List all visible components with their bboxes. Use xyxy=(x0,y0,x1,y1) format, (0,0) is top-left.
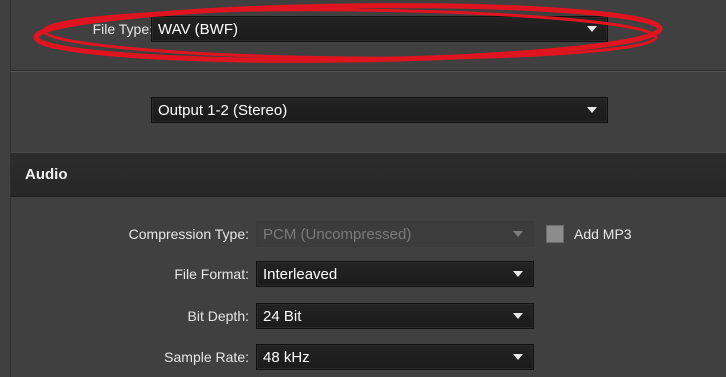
file-type-dropdown[interactable]: WAV (BWF) xyxy=(151,16,608,42)
output-dropdown[interactable]: Output 1-2 (Stereo) xyxy=(151,97,608,123)
file-type-panel: File Type: WAV (BWF) xyxy=(10,0,726,71)
chevron-down-icon xyxy=(513,354,523,360)
audio-panel: Audio Compression Type: PCM (Uncompresse… xyxy=(10,152,726,377)
chevron-down-icon xyxy=(513,271,523,277)
compression-type-label: Compression Type: xyxy=(128,226,249,242)
sample-rate-label: Sample Rate: xyxy=(164,349,249,365)
compression-type-value: PCM (Uncompressed) xyxy=(263,226,412,243)
output-panel: Output 1-2 (Stereo) xyxy=(10,71,726,153)
file-format-value: Interleaved xyxy=(263,266,338,283)
bounce-settings-dialog: File Type: WAV (BWF) Output 1-2 (Stereo)… xyxy=(0,0,726,377)
sample-rate-value: 48 kHz xyxy=(263,349,310,366)
file-format-label: File Format: xyxy=(174,266,249,282)
add-mp3-checkbox[interactable] xyxy=(546,225,564,243)
audio-section-header: Audio xyxy=(11,153,726,197)
file-type-label: File Type: xyxy=(92,21,153,37)
file-format-dropdown[interactable]: Interleaved xyxy=(256,261,534,287)
chevron-down-icon xyxy=(587,26,597,32)
output-value: Output 1-2 (Stereo) xyxy=(158,102,288,119)
chevron-down-icon xyxy=(587,107,597,113)
bit-depth-value: 24 Bit xyxy=(263,308,302,325)
sample-rate-dropdown[interactable]: 48 kHz xyxy=(256,344,534,370)
audio-section-title: Audio xyxy=(25,166,68,183)
add-mp3-label: Add MP3 xyxy=(574,226,632,242)
compression-type-dropdown[interactable]: PCM (Uncompressed) xyxy=(256,221,534,247)
bit-depth-label: Bit Depth: xyxy=(187,308,249,324)
chevron-down-icon xyxy=(513,313,523,319)
file-type-value: WAV (BWF) xyxy=(158,21,238,38)
bit-depth-dropdown[interactable]: 24 Bit xyxy=(256,303,534,329)
chevron-down-icon xyxy=(513,231,523,237)
